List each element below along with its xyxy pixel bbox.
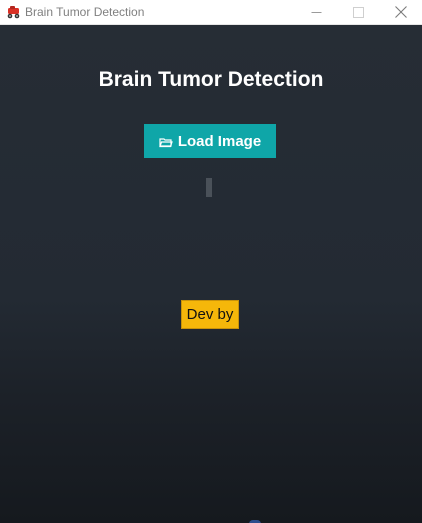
dev-by-button[interactable]: Dev by — [181, 300, 239, 329]
minimize-button[interactable] — [296, 0, 336, 24]
image-display-area — [206, 178, 212, 197]
load-image-button[interactable]: Load Image — [144, 124, 276, 158]
main-panel: Brain Tumor Detection Load Image Dev by — [0, 25, 422, 523]
dev-by-label: Dev by — [186, 306, 234, 323]
maximize-button[interactable] — [338, 0, 378, 24]
close-icon — [395, 6, 407, 18]
page-title: Brain Tumor Detection — [98, 68, 324, 91]
window-title: Brain Tumor Detection — [25, 5, 145, 19]
minimize-icon — [311, 11, 321, 13]
red-vehicle-app-icon — [7, 6, 20, 19]
folder-open-icon — [158, 137, 173, 147]
close-button[interactable] — [381, 0, 421, 24]
maximize-icon — [352, 6, 364, 18]
load-image-label: Load Image — [177, 132, 262, 150]
app-window: Brain Tumor Detection Brain Tumor Detect… — [0, 0, 422, 523]
title-bar[interactable]: Brain Tumor Detection — [0, 0, 422, 25]
